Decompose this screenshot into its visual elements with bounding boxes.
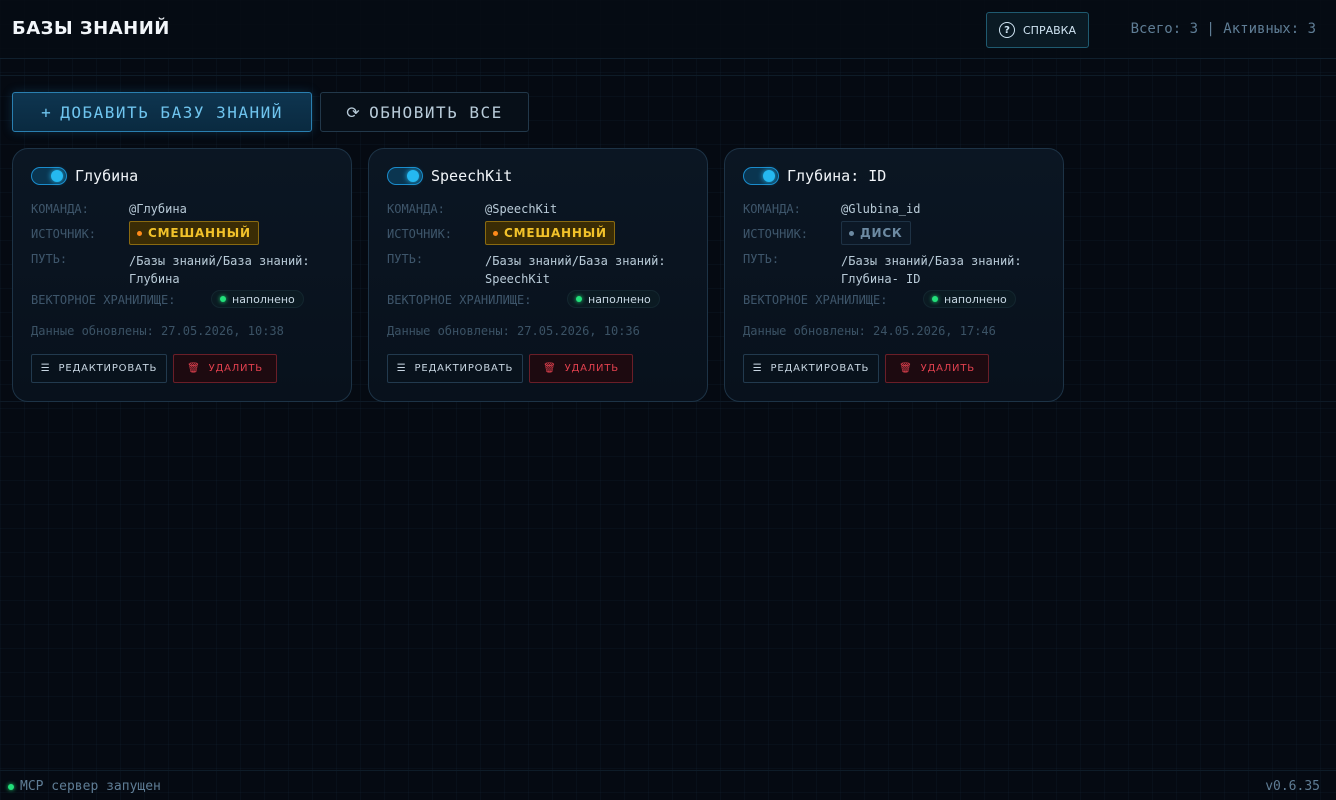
add-knowledge-base-button[interactable]: + ДОБАВИТЬ БАЗУ ЗНАНИЙ [12,92,312,132]
refresh-label: ОБНОВИТЬ ВСЕ [369,102,503,122]
help-button[interactable]: ? СПРАВКА [986,12,1089,48]
edit-button[interactable]: ☰ РЕДАКТИРОВАТЬ [743,354,879,383]
vector-status-badge: наполнено [211,290,304,308]
path-label: ПУТЬ: [743,252,780,266]
updated-timestamp: Данные обновлены: 24.05.2026, 17:46 [743,324,996,338]
enable-toggle[interactable] [387,167,423,185]
header: БАЗЫ ЗНАНИЙ ? СПРАВКА Всего: 3 | Активны… [0,0,1336,59]
trash-icon: 🗑 [543,363,557,374]
refresh-icon: ⟳ [346,102,362,122]
plus-icon: + [41,102,53,122]
source-label: ИСТОЧНИК: [31,227,97,241]
vector-store-label: ВЕКТОРНОЕ ХРАНИЛИЩЕ: [31,293,176,307]
path-label: ПУТЬ: [31,252,68,266]
source-label: ИСТОЧНИК: [387,227,453,241]
enable-toggle[interactable] [31,167,67,185]
menu-icon: ☰ [396,363,407,374]
updated-timestamp: Данные обновлены: 27.05.2026, 10:36 [387,324,640,338]
question-icon: ? [999,22,1015,38]
command-value: @Glubina_id [841,202,921,216]
updated-timestamp: Данные обновлены: 27.05.2026, 10:38 [31,324,284,338]
command-value: @SpeechKit [485,202,558,216]
trash-icon: 🗑 [187,363,201,374]
command-label: КОМАНДА: [743,202,801,216]
path-label: ПУТЬ: [387,252,424,266]
card-title: Глубина: ID [787,167,887,185]
source-badge: СМЕШАННЫЙ [485,221,615,245]
refresh-all-button[interactable]: ⟳ ОБНОВИТЬ ВСЕ [320,92,529,132]
delete-button[interactable]: 🗑 УДАЛИТЬ [885,354,989,383]
delete-button[interactable]: 🗑 УДАЛИТЬ [529,354,633,383]
status-dot-icon [8,783,14,790]
source-badge: ДИСК [841,221,911,245]
edit-button[interactable]: ☰ РЕДАКТИРОВАТЬ [31,354,167,383]
menu-icon: ☰ [752,363,763,374]
vector-store-label: ВЕКТОРНОЕ ХРАНИЛИЩЕ: [387,293,532,307]
add-label: ДОБАВИТЬ БАЗУ ЗНАНИЙ [60,102,283,122]
source-badge: СМЕШАННЫЙ [129,221,259,245]
menu-icon: ☰ [40,363,51,374]
vector-store-label: ВЕКТОРНОЕ ХРАНИЛИЩЕ: [743,293,888,307]
vector-status-badge: наполнено [923,290,1016,308]
edit-button[interactable]: ☰ РЕДАКТИРОВАТЬ [387,354,523,383]
card-title: Глубина [75,167,139,185]
source-label: ИСТОЧНИК: [743,227,809,241]
help-label: СПРАВКА [1023,23,1076,37]
card-title: SpeechKit [431,167,513,185]
trash-icon: 🗑 [899,363,913,374]
path-value: /Базы знаний/База знаний: Глубина [129,254,310,286]
divider [0,75,1336,76]
command-label: КОМАНДА: [387,202,445,216]
knowledge-base-card: Глубина: ID КОМАНДА: @Glubina_id ИСТОЧНИ… [724,148,1064,402]
status-bar: MCP сервер запущен v0.6.35 [0,770,1336,800]
server-status: MCP сервер запущен [8,779,161,794]
knowledge-base-card: SpeechKit КОМАНДА: @SpeechKit ИСТОЧНИК: … [368,148,708,402]
command-label: КОМАНДА: [31,202,89,216]
path-value: /Базы знаний/База знаний: SpeechKit [485,254,666,286]
delete-button[interactable]: 🗑 УДАЛИТЬ [173,354,277,383]
command-value: @Глубина [129,202,187,216]
page-title: БАЗЫ ЗНАНИЙ [12,18,170,39]
stats-counter: Всего: 3 | Активных: 3 [1130,21,1316,37]
path-value: /Базы знаний/База знаний: Глубина- ID [841,254,1022,286]
version-label: v0.6.35 [1265,779,1320,794]
enable-toggle[interactable] [743,167,779,185]
knowledge-base-card: Глубина КОМАНДА: @Глубина ИСТОЧНИК: СМЕШ… [12,148,352,402]
vector-status-badge: наполнено [567,290,660,308]
